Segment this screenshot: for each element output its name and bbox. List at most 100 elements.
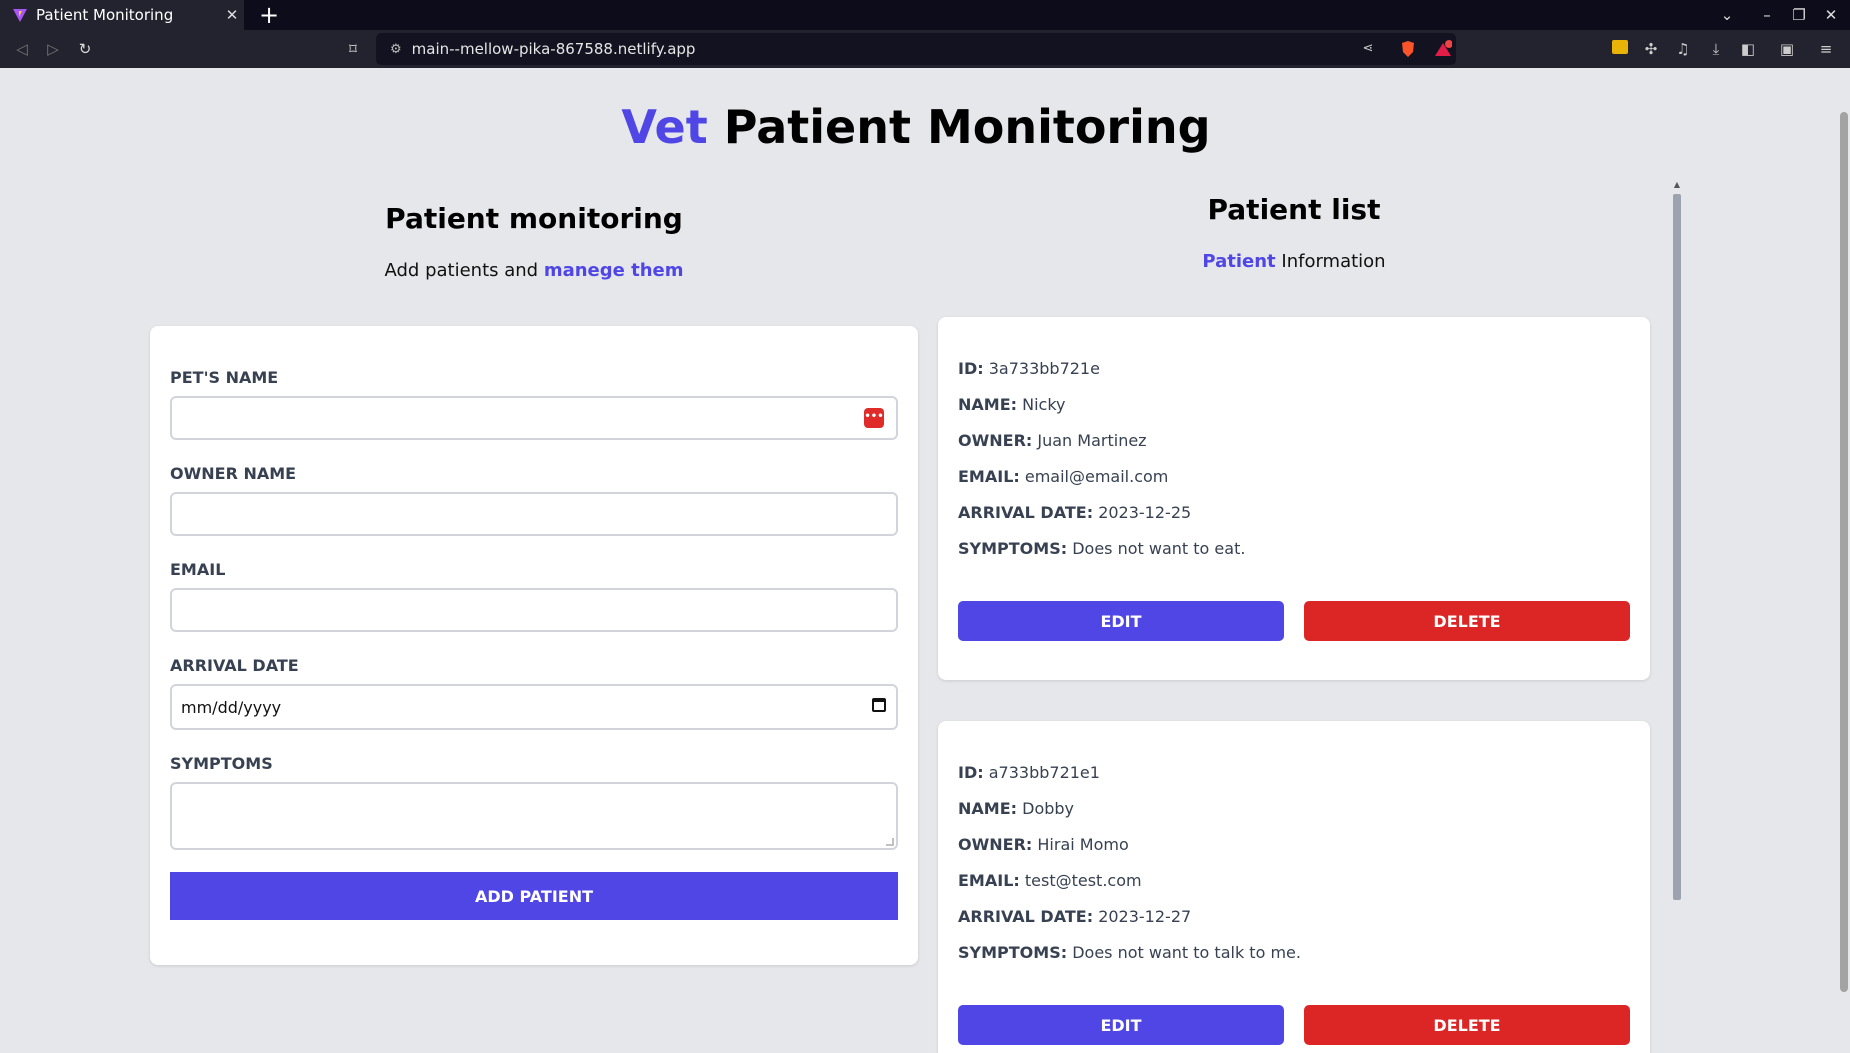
email-value: email@email.com (1024, 467, 1169, 486)
name-value: Dobby (1022, 799, 1075, 818)
url-text[interactable]: main--mellow-pika-867588.netlify.app (412, 40, 696, 58)
site-info-icon[interactable]: ⚙ (390, 42, 402, 57)
email-label: Email (170, 560, 226, 579)
sidebar-icon[interactable]: ◧ (1738, 39, 1758, 59)
edit-button[interactable]: Edit (958, 601, 1284, 641)
minimize-icon[interactable]: – (1756, 4, 1778, 26)
maximize-icon[interactable]: ❐ (1788, 4, 1810, 26)
name-value: Nicky (1022, 395, 1066, 414)
download-icon[interactable]: ⤓ (1706, 39, 1726, 59)
form-section-subtitle: Add patients and manege them (150, 260, 918, 281)
forward-icon[interactable]: ▷ (41, 37, 65, 61)
patient-email: Email: test@test.com (958, 871, 1142, 890)
list-section-title: Patient list (1207, 193, 1381, 226)
pet-name-input[interactable]: ••• (170, 396, 898, 440)
delete-button[interactable]: Delete (1304, 1005, 1630, 1045)
id-value: 3a733bb721e (988, 359, 1100, 378)
title-rest: Patient Monitoring (707, 100, 1211, 154)
symptoms-textarea[interactable] (170, 782, 898, 850)
id-value: a733bb721e1 (988, 763, 1100, 782)
owner-value: Juan Martinez (1037, 431, 1147, 450)
patient-symptoms: Symptoms: Does not want to talk to me. (958, 943, 1301, 962)
email-key: Email: (958, 467, 1020, 486)
email-input[interactable] (170, 588, 898, 632)
patient-name: Name: Dobby (958, 799, 1074, 818)
arrival-date-input[interactable]: mm/dd/yyyy (170, 684, 898, 730)
name-key: Name: (958, 395, 1018, 414)
form-section-title: Patient monitoring (385, 202, 683, 235)
brave-rewards-icon[interactable] (1434, 40, 1453, 58)
patient-list: ID: 3a733bb721e Name: Nicky Owner: Juan … (938, 260, 1650, 1053)
date-placeholder: mm/dd/yyyy (181, 697, 282, 717)
email-value: test@test.com (1024, 871, 1142, 890)
arrival-value: 2023-12-25 (1098, 503, 1192, 522)
scroll-up-arrow-icon[interactable]: ▲ (1672, 180, 1682, 190)
patient-list-scrollbar[interactable]: ▲ (1672, 180, 1682, 1053)
symptoms-value: Does not want to talk to me. (1072, 943, 1301, 962)
symptoms-label: Symptoms (170, 754, 273, 773)
patient-symptoms: Symptoms: Does not want to eat. (958, 539, 1245, 558)
patient-name: Name: Nicky (958, 395, 1066, 414)
browser-nav-bar: ◁ ▷ ↻ ⌑ ⚙ main--mellow-pika-867588.netli… (0, 30, 1850, 68)
patient-card: ID: 3a733bb721e Name: Nicky Owner: Juan … (938, 317, 1650, 680)
edit-button[interactable]: Edit (958, 1005, 1284, 1045)
media-icon[interactable]: ♫ (1673, 39, 1693, 59)
brave-shields-icon[interactable] (1399, 40, 1417, 58)
symptoms-key: Symptoms: (958, 539, 1068, 558)
owner-key: Owner: (958, 835, 1033, 854)
tab-title: Patient Monitoring (36, 6, 174, 24)
arrival-key: Arrival Date: (958, 503, 1094, 522)
menu-icon[interactable]: ≡ (1816, 39, 1836, 59)
vite-logo-icon (12, 7, 28, 23)
reload-icon[interactable]: ↻ (73, 37, 97, 61)
arrival-date-label: Arrival Date (170, 656, 299, 675)
patient-id: ID: a733bb721e1 (958, 763, 1100, 782)
owner-value: Hirai Momo (1037, 835, 1129, 854)
patient-id: ID: 3a733bb721e (958, 359, 1100, 378)
patient-list-scroll-thumb[interactable] (1673, 194, 1681, 900)
patient-email: Email: email@email.com (958, 467, 1168, 486)
close-tab-icon[interactable]: ✕ (220, 6, 244, 24)
symptoms-value: Does not want to eat. (1072, 539, 1246, 558)
calendar-icon[interactable] (872, 698, 886, 712)
name-key: Name: (958, 799, 1018, 818)
patient-arrival: Arrival Date: 2023-12-25 (958, 503, 1191, 522)
patient-form: Pet's Name ••• Owner Name Email Arrival … (150, 326, 918, 965)
email-key: Email: (958, 871, 1020, 890)
delete-button[interactable]: Delete (1304, 601, 1630, 641)
form-subtitle-accent: manege them (543, 260, 684, 281)
extension-icon[interactable] (1610, 39, 1630, 59)
browser-tab[interactable]: Patient Monitoring ✕ (0, 0, 244, 30)
owner-name-input[interactable] (170, 492, 898, 536)
add-patient-button[interactable]: Add Patient (170, 872, 898, 920)
tab-list-chevron-icon[interactable]: ⌄ (1716, 4, 1738, 26)
title-accent: Vet (621, 100, 708, 154)
symptoms-key: Symptoms: (958, 943, 1068, 962)
patient-owner: Owner: Hirai Momo (958, 835, 1129, 854)
patient-card: ID: a733bb721e1 Name: Dobby Owner: Hirai… (938, 721, 1650, 1053)
page-title: Vet Patient Monitoring (0, 100, 1832, 154)
resize-handle-icon[interactable] (886, 838, 894, 846)
address-bar[interactable]: ⚙ main--mellow-pika-867588.netlify.app ⋖ (376, 33, 1456, 65)
owner-name-label: Owner Name (170, 464, 297, 483)
arrival-key: Arrival Date: (958, 907, 1094, 926)
patient-owner: Owner: Juan Martinez (958, 431, 1147, 450)
id-key: ID: (958, 763, 984, 782)
puzzle-icon[interactable]: ✣ (1641, 39, 1661, 59)
bookmark-icon[interactable]: ⌑ (341, 37, 365, 61)
wallet-icon[interactable]: ▣ (1777, 39, 1797, 59)
id-key: ID: (958, 359, 984, 378)
pet-name-label: Pet's Name (170, 368, 279, 387)
share-icon[interactable]: ⋖ (1359, 40, 1377, 58)
page-content: Vet Patient Monitoring Patient monitorin… (0, 68, 1850, 1053)
close-window-icon[interactable]: ✕ (1820, 4, 1842, 26)
new-tab-button[interactable]: + (256, 2, 282, 28)
patient-arrival: Arrival Date: 2023-12-27 (958, 907, 1191, 926)
password-manager-icon[interactable]: ••• (864, 408, 884, 428)
owner-key: Owner: (958, 431, 1033, 450)
browser-tab-bar: Patient Monitoring ✕ + ⌄ – ❐ ✕ (0, 0, 1850, 30)
page-scrollbar[interactable] (1836, 68, 1850, 1053)
form-subtitle-plain: Add patients and (384, 260, 544, 281)
back-icon[interactable]: ◁ (10, 37, 34, 61)
page-scroll-thumb[interactable] (1840, 112, 1848, 992)
